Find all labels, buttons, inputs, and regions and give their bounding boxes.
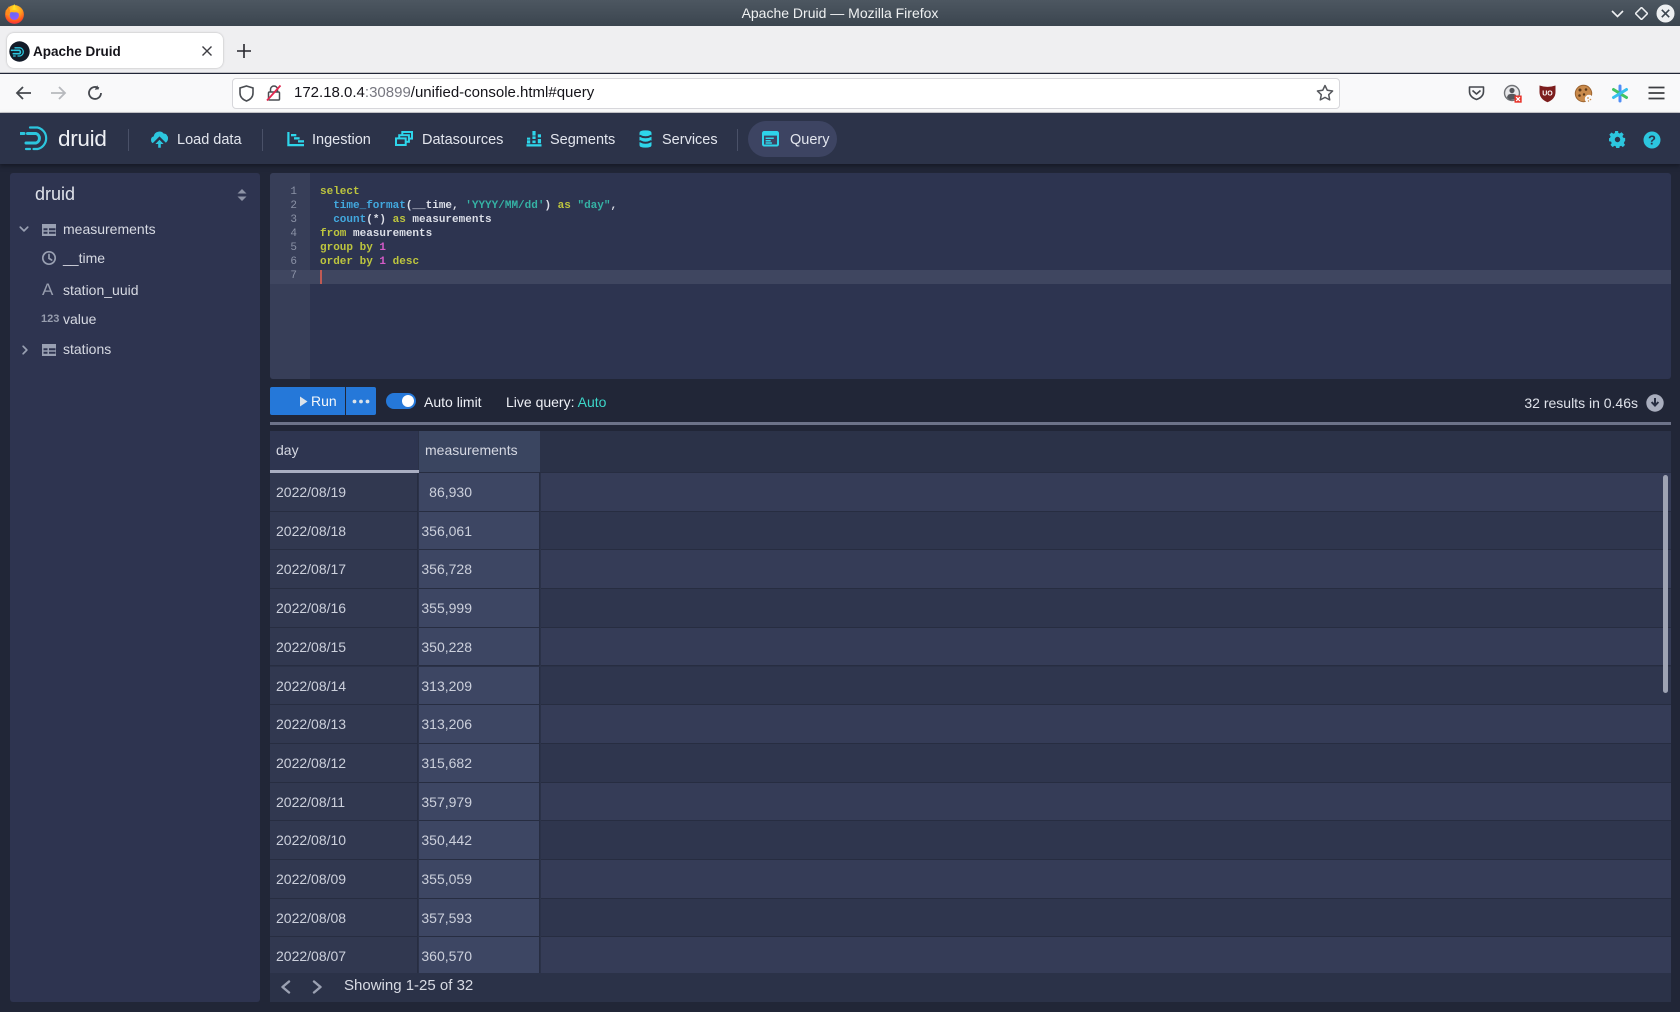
svg-text:UO: UO [1542, 91, 1553, 98]
svg-text:?: ? [1648, 132, 1656, 147]
